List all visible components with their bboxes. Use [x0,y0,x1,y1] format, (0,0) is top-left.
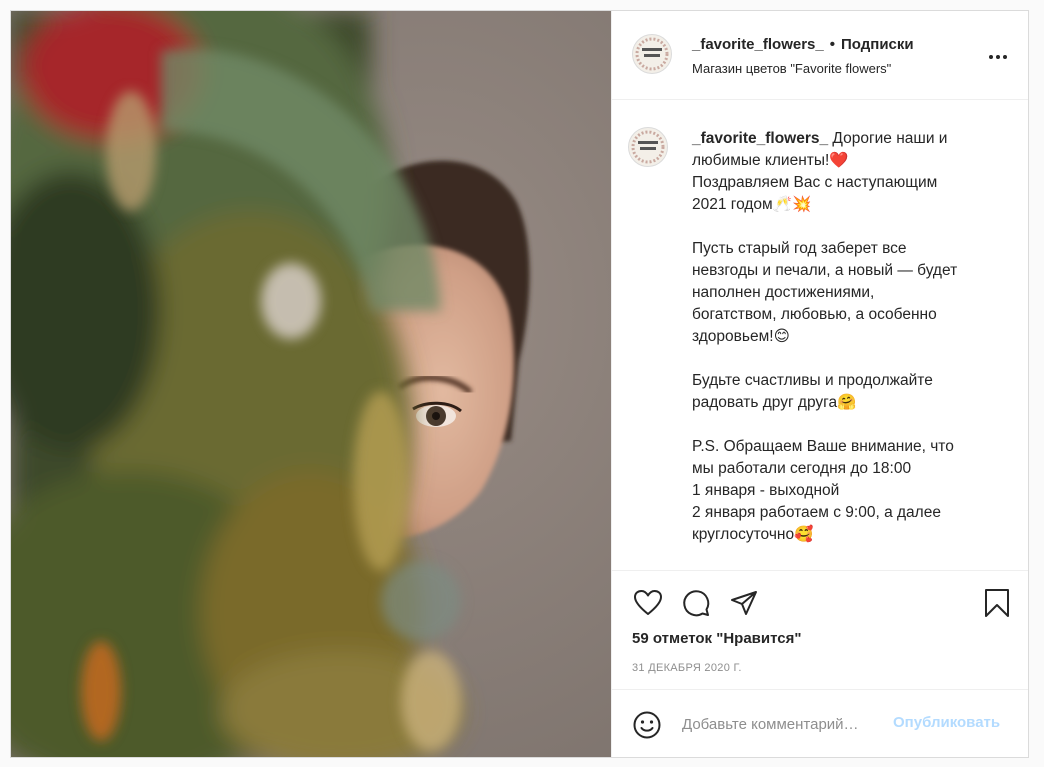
save-button[interactable] [981,587,1013,619]
share-button[interactable] [728,587,760,619]
comment-icon [683,590,710,617]
caption-section: _favorite_flowers_ Дорогие наши и любимы… [612,100,1028,570]
caption-avatar[interactable] [628,127,668,167]
follow-separator: • [829,36,835,53]
post-photo-image [11,11,611,757]
more-options-button[interactable] [986,45,1010,69]
heart-icon [634,590,662,615]
header-title-line: _favorite_flowers_ • Подписки [692,36,914,53]
caption-username-link[interactable]: _favorite_flowers_ [692,130,828,147]
divider [612,570,1028,571]
post-date[interactable]: 31 ДЕКАБРЯ 2020 Г. [632,662,742,674]
avatar-logo-icon [630,129,666,165]
avatar-logo-icon [634,36,670,72]
post-caption: _favorite_flowers_ Дорогие наши и любимы… [692,128,1012,546]
like-button[interactable] [632,587,664,619]
follow-button[interactable]: Подписки [841,36,914,53]
post-photo[interactable] [11,11,611,757]
paper-plane-icon [731,591,757,615]
smiley-icon [633,711,661,739]
bookmark-icon [985,589,1009,617]
username-link[interactable]: _favorite_flowers_ [692,36,824,53]
location-link[interactable]: Магазин цветов "Favorite flowers" [692,61,891,76]
comment-button[interactable] [680,587,712,619]
caption-text: Дорогие наши и любимые клиенты!❤️ Поздра… [692,130,958,543]
publish-button[interactable]: Опубликовать [893,714,1000,731]
comment-input[interactable] [682,710,890,738]
likes-count[interactable]: 59 отметок "Нравится" [632,630,801,647]
comment-form: Опубликовать [612,690,1028,757]
avatar[interactable] [632,34,672,74]
post-sidebar: _favorite_flowers_ • Подписки Магазин цвет… [611,11,1028,757]
more-options-icon [989,55,1007,59]
instagram-post: _favorite_flowers_ • Подписки Магазин цвет… [10,10,1029,758]
emoji-button[interactable] [632,710,662,740]
post-header: _favorite_flowers_ • Подписки Магазин цвет… [612,11,1028,100]
